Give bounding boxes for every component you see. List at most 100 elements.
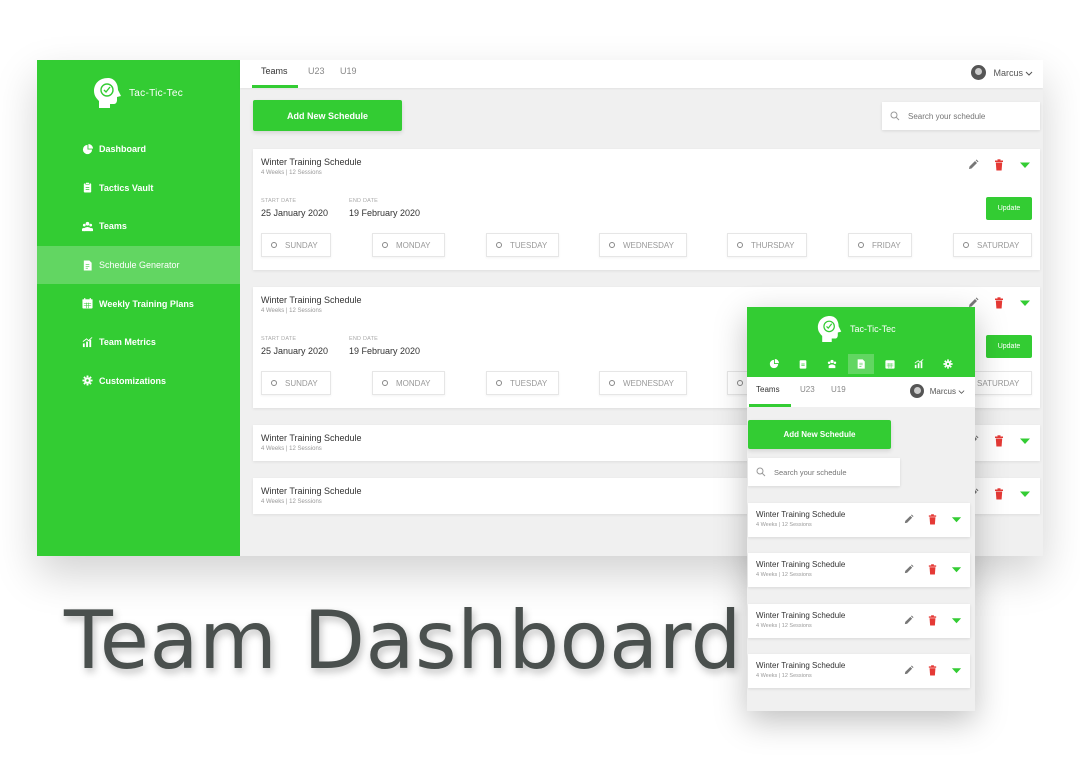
schedule-title: Winter Training Schedule [756,661,846,670]
start-date-label: START DATE [261,198,297,204]
schedule-title: Winter Training Schedule [756,560,846,569]
schedule-card: Winter Training Schedule 4 Weeks | 12 Se… [748,604,970,638]
avatar [971,65,987,80]
schedule-title: Winter Training Schedule [261,486,362,496]
bar-chart-icon[interactable] [906,354,932,374]
tab-teams[interactable]: Teams [756,385,780,394]
day-toggle-friday[interactable]: FRIDAY [848,233,912,257]
tab-u19[interactable]: U19 [340,66,357,76]
end-date-value: 19 February 2020 [349,208,421,218]
chevron-down-icon [1025,71,1033,76]
tab-u23[interactable]: U23 [308,66,325,76]
sidebar-item-team-metrics[interactable]: Team Metrics [37,323,240,362]
search-input[interactable] [908,111,1028,121]
group-icon[interactable] [819,354,845,374]
expand-caret-icon[interactable] [1019,488,1031,500]
schedule-title: Winter Training Schedule [261,433,362,443]
sidebar-item-dashboard[interactable]: Dashboard [37,130,240,169]
schedule-doc-icon[interactable] [848,354,874,374]
sidebar-item-schedule-generator[interactable]: Schedule Generator [37,245,240,285]
day-toggle-thursday[interactable]: THURSDAY [727,233,807,257]
expand-caret-icon[interactable] [951,514,962,525]
schedule-meta: 4 Weeks | 12 Sessions [261,446,322,452]
expand-caret-icon[interactable] [951,615,962,626]
sidebar-item-label: Teams [99,221,127,232]
schedule-card: Winter Training Schedule 4 Weeks | 12 Se… [748,503,970,537]
schedule-card: Winter Training Schedule 4 Weeks | 12 Se… [748,553,970,587]
edit-pencil-icon[interactable] [903,615,914,626]
edit-pencil-icon[interactable] [967,159,979,171]
day-toggle-saturday[interactable]: SATURDAY [953,233,1032,257]
sidebar-item-teams[interactable]: Teams [37,207,240,246]
day-toggle-sunday[interactable]: SUNDAY [261,371,331,395]
expand-caret-icon[interactable] [1019,159,1031,171]
sidebar-item-tactics-vault[interactable]: Tactics Vault [37,169,240,208]
edit-pencil-icon[interactable] [903,564,914,575]
schedule-meta: 4 Weeks | 12 Sessions [261,170,322,176]
day-toggle-wednesday[interactable]: WEDNESDAY [599,233,687,257]
gear-icon[interactable] [935,354,961,374]
day-toggle-wednesday[interactable]: WEDNESDAY [599,371,687,395]
schedule-title: Winter Training Schedule [261,295,362,305]
mobile-mockup: Tac-Tic-Tec Teams U23 U19 Marcus Add New… [747,307,975,711]
add-new-schedule-button[interactable]: Add New Schedule [748,420,891,449]
day-toggle-sunday[interactable]: SUNDAY [261,233,331,257]
schedule-meta: 4 Weeks | 12 Sessions [756,623,812,629]
edit-pencil-icon[interactable] [903,665,914,676]
expand-caret-icon[interactable] [951,665,962,676]
radio-circle-icon [737,380,743,386]
delete-trash-icon[interactable] [927,615,938,626]
sidebar-nav: Dashboard Tactics Vault Teams Schedule G… [37,130,240,400]
delete-trash-icon[interactable] [927,564,938,575]
expand-caret-icon[interactable] [1019,435,1031,447]
day-label: SUNDAY [285,240,318,250]
tab-u23[interactable]: U23 [800,385,815,394]
day-toggle-tuesday[interactable]: TUESDAY [486,233,559,257]
delete-trash-icon[interactable] [993,488,1005,500]
clipboard-icon[interactable] [790,354,816,374]
app-name: Tac-Tic-Tec [129,87,184,99]
mobile-top-bar: Teams U23 U19 Marcus [747,377,975,407]
day-label: FRIDAY [872,240,901,250]
schedule-meta: 4 Weeks | 12 Sessions [261,308,322,314]
delete-trash-icon[interactable] [927,514,938,525]
calendar-icon[interactable] [877,354,903,374]
chevron-down-icon [958,389,965,394]
brand[interactable]: Tac-Tic-Tec [93,77,183,109]
delete-trash-icon[interactable] [927,665,938,676]
tab-teams[interactable]: Teams [261,66,288,76]
search-box[interactable] [882,102,1040,130]
update-button[interactable]: Update [986,335,1032,358]
schedule-title: Winter Training Schedule [756,611,846,620]
update-button[interactable]: Update [986,197,1032,220]
search-box[interactable] [748,458,900,486]
user-menu[interactable]: Marcus [909,384,965,398]
search-input[interactable] [774,467,894,477]
radio-circle-icon [382,380,388,386]
schedule-title: Winter Training Schedule [756,510,846,519]
sidebar-item-weekly-training-plans[interactable]: Weekly Training Plans [37,284,240,323]
calendar-icon [82,298,93,309]
expand-caret-icon[interactable] [1019,297,1031,309]
day-toggle-monday[interactable]: MONDAY [372,371,445,395]
delete-trash-icon[interactable] [993,159,1005,171]
day-toggle-tuesday[interactable]: TUESDAY [486,371,559,395]
pie-chart-icon[interactable] [761,354,787,374]
sidebar-item-customizations[interactable]: Customizations [37,362,240,401]
tab-u19[interactable]: U19 [831,385,846,394]
radio-circle-icon [271,380,277,386]
brand[interactable]: Tac-Tic-Tec [817,315,896,343]
radio-circle-icon [963,242,969,248]
bar-chart-icon [82,336,93,348]
add-new-schedule-button[interactable]: Add New Schedule [253,100,402,131]
edit-pencil-icon[interactable] [903,514,914,525]
user-menu[interactable]: Marcus [971,65,1033,80]
day-toggle-monday[interactable]: MONDAY [372,233,445,257]
schedule-card: Winter Training Schedule 4 Weeks | 12 Se… [253,149,1040,270]
delete-trash-icon[interactable] [993,297,1005,309]
delete-trash-icon[interactable] [993,435,1005,447]
group-icon [82,221,93,232]
brain-head-logo-icon [817,316,842,342]
expand-caret-icon[interactable] [951,564,962,575]
active-tab-indicator [749,404,791,407]
